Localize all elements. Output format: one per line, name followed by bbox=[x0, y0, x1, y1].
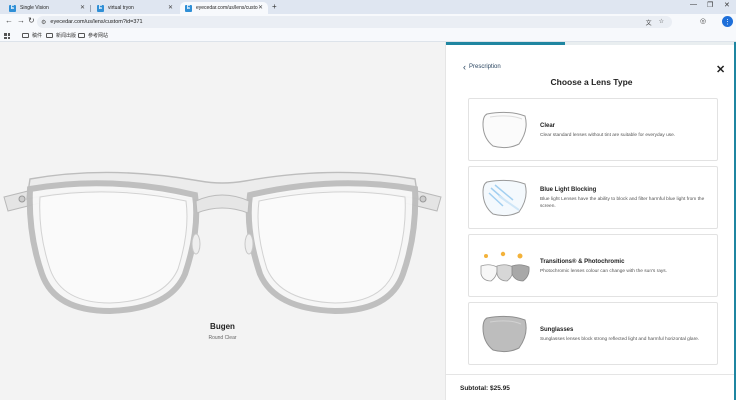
close-tab-icon[interactable]: ✕ bbox=[258, 4, 263, 11]
menu-dots-icon: ⋮ bbox=[724, 18, 731, 26]
bookmarks-bar bbox=[0, 31, 736, 42]
back-to-prescription-link[interactable]: ‹ Prescription bbox=[463, 62, 501, 72]
reload-icon[interactable]: ↻ bbox=[28, 16, 35, 25]
progress-bar bbox=[446, 42, 736, 45]
lens-option-title: Blue Light Blocking bbox=[540, 187, 597, 193]
eyeglasses-image bbox=[3, 171, 442, 315]
folder-icon bbox=[22, 33, 29, 38]
site-favicon-icon: E bbox=[97, 4, 104, 12]
progress-bar-fill bbox=[446, 42, 566, 45]
tab-label: Single Vision bbox=[20, 5, 49, 11]
bookmark-label: 参考网站 bbox=[88, 33, 109, 39]
back-link-label: Prescription bbox=[469, 64, 501, 70]
bookmark-star-icon[interactable]: ☆ bbox=[659, 18, 664, 27]
bookmark-label: 稿件 bbox=[32, 33, 43, 39]
tab-label: eyecedar.com/us/lens/custo bbox=[196, 5, 258, 11]
subtotal-bar: Subtotal: $25.95 bbox=[446, 374, 736, 400]
bookmark-folder-2[interactable]: 新闻出版 bbox=[46, 32, 76, 39]
tab-eyecedar-custom[interactable]: E eyecedar.com/us/lens/custo ✕ bbox=[180, 2, 268, 14]
lens-option-clear[interactable]: Clear Clear standard lenses without tint… bbox=[468, 98, 718, 161]
lens-option-description: Blue light Lenses have the ability to bl… bbox=[540, 197, 705, 209]
forward-icon[interactable]: → bbox=[17, 16, 25, 25]
sunglasses-lens-icon bbox=[482, 315, 527, 353]
apps-grid-icon[interactable] bbox=[4, 33, 10, 39]
close-window-icon[interactable]: ✕ bbox=[724, 1, 730, 9]
url-text: eyecedar.com/us/lens/custom?id=371 bbox=[50, 19, 143, 25]
lens-option-photochromic[interactable]: Transitions® & Photochromic Photochromic… bbox=[468, 234, 718, 297]
subtotal-text: Subtotal: $25.95 bbox=[460, 385, 510, 392]
site-favicon-icon: E bbox=[185, 4, 192, 12]
close-tab-icon[interactable]: ✕ bbox=[80, 4, 85, 11]
bookmark-label: 新闻出版 bbox=[56, 33, 77, 39]
blue-light-lens-icon bbox=[482, 179, 527, 217]
lens-option-title: Sunglasses bbox=[540, 327, 574, 333]
lens-type-panel: ‹ Prescription Choose a Lens Type ✕ Clea… bbox=[445, 42, 736, 400]
minimize-icon[interactable]: — bbox=[690, 1, 697, 8]
lens-option-title: Transitions® & Photochromic bbox=[540, 259, 625, 265]
tab-separator bbox=[90, 5, 91, 12]
tab-label: virtual tryon bbox=[108, 5, 134, 11]
menu-button[interactable]: ⋮ bbox=[722, 16, 733, 27]
close-tab-icon[interactable]: ✕ bbox=[168, 4, 173, 11]
lens-option-sunglasses[interactable]: Sunglasses Sunglasses lenses block stron… bbox=[468, 302, 718, 365]
product-name: Bugen bbox=[210, 322, 235, 331]
chevron-left-icon: ‹ bbox=[463, 62, 466, 72]
panel-title: Choose a Lens Type bbox=[550, 77, 633, 87]
back-icon[interactable]: ← bbox=[5, 16, 13, 25]
translate-icon[interactable]: 文 bbox=[646, 18, 652, 27]
new-tab-button[interactable]: + bbox=[272, 2, 277, 11]
extension-icon[interactable]: ◎ bbox=[700, 17, 706, 25]
site-favicon-icon: E bbox=[9, 4, 16, 12]
lens-option-blue-light[interactable]: Blue Light Blocking Blue light Lenses ha… bbox=[468, 166, 718, 229]
folder-icon bbox=[78, 33, 85, 38]
product-preview: Bugen Round Clear bbox=[0, 42, 445, 400]
folder-icon bbox=[46, 33, 53, 38]
lens-option-description: Sunglasses lenses block strong reflected… bbox=[540, 337, 700, 342]
lens-option-description: Clear standard lenses without tint are s… bbox=[540, 133, 676, 138]
site-info-icon[interactable]: ⚙ bbox=[41, 19, 46, 26]
bookmark-folder-3[interactable]: 参考网站 bbox=[78, 32, 108, 39]
tab-single-vision[interactable]: E Single Vision ✕ bbox=[4, 2, 91, 14]
lens-option-title: Clear bbox=[540, 123, 556, 129]
tab-virtual-tryon[interactable]: E virtual tryon ✕ bbox=[92, 2, 178, 14]
photochromic-lens-icon bbox=[480, 251, 530, 282]
lens-option-description: Photochromic lenses colour can change wi… bbox=[540, 269, 668, 274]
clear-lens-icon bbox=[482, 111, 527, 149]
restore-icon[interactable]: ❐ bbox=[707, 1, 713, 9]
address-bar[interactable]: ⚙ eyecedar.com/us/lens/custom?id=371 文 ☆ bbox=[37, 16, 672, 28]
close-icon[interactable]: ✕ bbox=[716, 63, 725, 76]
product-variant: Round Clear bbox=[208, 335, 237, 341]
bookmark-folder-1[interactable]: 稿件 bbox=[22, 32, 42, 39]
